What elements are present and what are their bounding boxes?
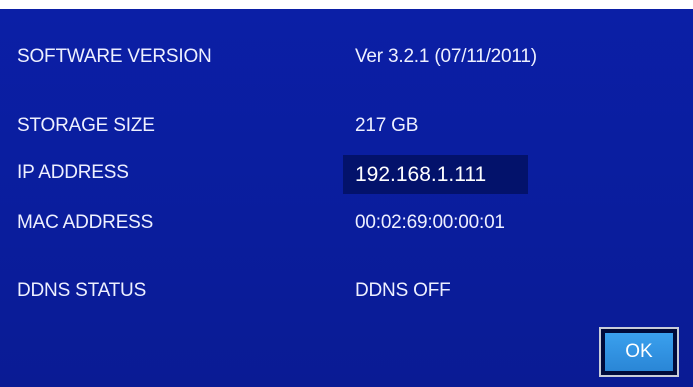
system-info-panel: SOFTWARE VERSION Ver 3.2.1 (07/11/2011) … bbox=[0, 9, 693, 387]
ip-address-row: IP ADDRESS 192.168.1.111 bbox=[0, 153, 693, 194]
mac-address-value: 00:02:69:00:00:01 bbox=[355, 212, 505, 233]
ok-button[interactable]: OK bbox=[605, 333, 673, 371]
ip-address-value[interactable]: 192.168.1.111 bbox=[343, 155, 528, 194]
ddns-status-row: DDNS STATUS DDNS OFF bbox=[0, 271, 693, 311]
storage-size-row: STORAGE SIZE 217 GB bbox=[0, 106, 693, 146]
software-version-value: Ver 3.2.1 (07/11/2011) bbox=[355, 46, 537, 67]
ok-button-frame: OK bbox=[599, 327, 679, 377]
mac-address-row: MAC ADDRESS 00:02:69:00:00:01 bbox=[0, 203, 693, 243]
ip-address-label: IP ADDRESS bbox=[17, 162, 129, 183]
storage-size-value: 217 GB bbox=[355, 115, 419, 136]
mac-address-label: MAC ADDRESS bbox=[17, 212, 154, 233]
ddns-status-value: DDNS OFF bbox=[355, 280, 451, 301]
software-version-row: SOFTWARE VERSION Ver 3.2.1 (07/11/2011) bbox=[0, 37, 693, 77]
top-edge bbox=[0, 0, 693, 9]
software-version-label: SOFTWARE VERSION bbox=[17, 46, 212, 67]
storage-size-label: STORAGE SIZE bbox=[17, 115, 155, 136]
ddns-status-label: DDNS STATUS bbox=[17, 280, 147, 301]
